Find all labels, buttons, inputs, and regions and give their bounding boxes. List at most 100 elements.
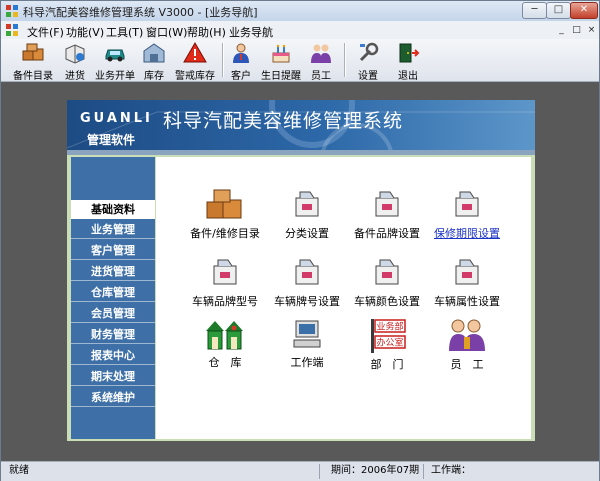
maximize-button[interactable]: □	[546, 2, 571, 19]
dept-sign-top: 业务部	[376, 321, 403, 333]
toolbar-label: 员工	[311, 71, 331, 82]
nav-item-members[interactable]: 会员管理	[71, 304, 155, 323]
menu-tools[interactable]: 工具(T)	[106, 24, 143, 40]
mdi-close-button[interactable]: ×	[585, 24, 598, 36]
purchase-icon	[65, 44, 85, 64]
warehouse-icon	[143, 43, 165, 63]
vehicle-brand-model-item[interactable]: 车辆品牌型号	[180, 256, 270, 309]
brand-subtitle: 管理软件	[87, 133, 136, 147]
category-settings-item[interactable]: 分类设置	[262, 188, 352, 241]
brand-name: GUANLI	[80, 111, 153, 126]
status-separator	[319, 464, 320, 479]
customer-icon	[233, 43, 249, 63]
department-item[interactable]: 业务部 办公室 部 门	[342, 317, 432, 372]
setup-icon	[295, 259, 319, 285]
toolbar-separator	[222, 43, 224, 77]
window-title: 科导汽配美容维修管理系统 V3000 - [业务导航]	[23, 6, 258, 19]
nav-item-maintenance[interactable]: 系统维护	[71, 388, 155, 407]
computer-icon	[293, 320, 321, 348]
parts-catalog-item[interactable]: 备件/维修目录	[180, 188, 270, 241]
attribute-settings-label: 车辆属性设置	[434, 295, 500, 308]
status-period: 期间：2006年07期	[331, 465, 420, 476]
employee-item[interactable]: 员 工	[422, 317, 512, 372]
title-bar[interactable]: 科导汽配美容维修管理系统 V3000 - [业务导航] ─ □ ✕	[1, 1, 599, 22]
toolbar-purchase-button[interactable]: 进货	[59, 39, 91, 82]
toolbar-separator	[344, 43, 346, 77]
attribute-settings-item[interactable]: 车辆属性设置	[422, 256, 512, 309]
mdi-restore-button[interactable]: □	[570, 24, 583, 36]
toolbar-label: 客户	[231, 71, 251, 82]
toolbar-label: 业务开单	[95, 71, 135, 82]
nav-item-business[interactable]: 业务管理	[71, 220, 155, 239]
department-label: 部 门	[370, 358, 404, 371]
department-sign-icon: 业务部 办公室	[371, 319, 406, 353]
boxes-icon	[22, 43, 44, 61]
setup-icon	[295, 191, 319, 217]
workstation-item[interactable]: 工作端	[262, 317, 352, 370]
setup-icon	[375, 191, 399, 217]
toolbar-label: 警戒库存	[175, 71, 215, 82]
toolbar-label: 库存	[144, 71, 164, 82]
toolbar-stock-alert-button[interactable]: 警戒库存	[173, 39, 217, 82]
toolbar-order-button[interactable]: 业务开单	[93, 39, 137, 82]
toolbar-label: 设置	[358, 71, 378, 82]
menu-business-nav[interactable]: 业务导航	[229, 24, 273, 40]
system-title: 科导汽配美容维修管理系统	[163, 110, 404, 132]
business-nav-panel: GUANLI 管理软件 科导汽配美容维修管理系统 基础资料 业务管理 客户管理 …	[67, 100, 535, 441]
toolbar-label: 生日提醒	[261, 71, 301, 82]
menu-help[interactable]: 帮助(H)	[187, 24, 226, 40]
nav-sidebar: 基础资料 业务管理 客户管理 进货管理 仓库管理 会员管理 财务管理 报表中心 …	[67, 155, 156, 441]
app-icon	[6, 5, 18, 17]
status-separator	[423, 464, 424, 479]
employees-icon	[449, 319, 485, 351]
menu-file[interactable]: 文件(F)	[27, 24, 64, 40]
toolbar-employee-button[interactable]: 员工	[305, 39, 337, 82]
employee-label: 员 工	[450, 358, 484, 371]
toolbar-label: 进货	[65, 71, 85, 82]
car-icon	[105, 49, 125, 62]
toolbar-settings-button[interactable]: 设置	[351, 39, 385, 82]
birthday-icon	[272, 44, 290, 63]
nav-item-period-close[interactable]: 期末处理	[71, 367, 155, 386]
parts-brand-settings-label: 备件品牌设置	[354, 227, 420, 240]
exit-door-icon	[399, 43, 420, 63]
color-settings-label: 车辆颜色设置	[354, 295, 420, 308]
toolbar-customer-button[interactable]: 客户	[227, 39, 255, 82]
mdi-minimize-button[interactable]: _	[555, 24, 568, 36]
nav-item-reports[interactable]: 报表中心	[71, 346, 155, 365]
minimize-button[interactable]: ─	[522, 2, 547, 19]
category-settings-label: 分类设置	[285, 227, 329, 240]
nav-item-finance[interactable]: 财务管理	[71, 325, 155, 344]
close-button[interactable]: ✕	[570, 2, 598, 19]
toolbar-birthday-button[interactable]: 生日提醒	[259, 39, 303, 82]
plate-settings-label: 车辆牌号设置	[274, 295, 340, 308]
nav-item-customers[interactable]: 客户管理	[71, 241, 155, 260]
nav-item-warehouse[interactable]: 仓库管理	[71, 283, 155, 302]
color-settings-item[interactable]: 车辆颜色设置	[342, 256, 432, 309]
setup-icon	[213, 259, 237, 285]
dept-sign-bottom: 办公室	[376, 337, 403, 349]
document-icon[interactable]	[5, 23, 19, 37]
warranty-settings-item[interactable]: 保修期限设置	[422, 188, 512, 241]
warehouse-icon	[206, 321, 243, 350]
toolbar-label: 备件目录	[13, 71, 53, 82]
setup-icon	[375, 259, 399, 285]
menu-window[interactable]: 窗口(W)	[146, 24, 187, 40]
warranty-settings-link[interactable]: 保修期限设置	[422, 225, 512, 241]
status-ready: 就绪	[9, 465, 29, 476]
setup-icon	[455, 191, 479, 217]
toolbar-inventory-button[interactable]: 库存	[141, 39, 167, 82]
settings-icon	[359, 42, 379, 62]
employees-icon	[311, 44, 331, 63]
plate-settings-item[interactable]: 车辆牌号设置	[262, 256, 352, 309]
function-grid: 备件/维修目录 分类设置 备件品牌设置 保修期限设置 车辆品牌型号 车辆牌号设置…	[156, 157, 531, 439]
parts-brand-settings-item[interactable]: 备件品牌设置	[342, 188, 432, 241]
menu-bar: 文件(F) 功能(V) 工具(T) 窗口(W) 帮助(H) 业务导航 _ □ ×	[1, 21, 599, 39]
nav-item-basic-data[interactable]: 基础资料	[71, 200, 155, 219]
nav-item-purchasing[interactable]: 进货管理	[71, 262, 155, 281]
toolbar-exit-button[interactable]: 退出	[391, 39, 425, 82]
warehouse-item[interactable]: 仓 库	[180, 317, 270, 370]
warning-icon	[183, 42, 207, 63]
menu-function[interactable]: 功能(V)	[66, 24, 104, 40]
toolbar-parts-catalog-button[interactable]: 备件目录	[11, 39, 55, 82]
